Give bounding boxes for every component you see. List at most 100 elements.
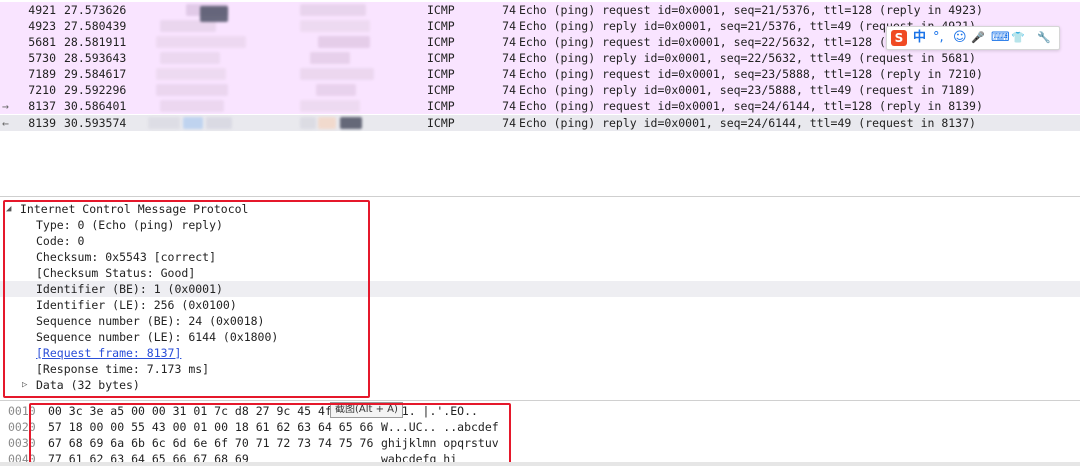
field-type: Type: 0 (Echo (ping) reply) <box>36 218 223 232</box>
redaction-block <box>200 6 228 22</box>
packet-protocol: ICMP <box>427 3 455 17</box>
punctuation-toggle[interactable]: °, <box>933 30 944 46</box>
packet-number: 7210 <box>28 83 56 97</box>
sogou-logo-icon[interactable]: S <box>891 30 907 46</box>
detail-field[interactable]: Checksum: 0x5543 [correct] <box>0 249 1080 265</box>
packet-info: Echo (ping) reply id=0x0001, seq=24/6144… <box>519 116 976 130</box>
hex-offset: 0010 <box>8 404 36 418</box>
icmp-header: Internet Control Message Protocol <box>20 202 249 216</box>
icmp-tree-node[interactable]: ◢ Internet Control Message Protocol <box>0 201 1080 217</box>
field-code: Code: 0 <box>36 234 85 248</box>
packet-protocol: ICMP <box>427 67 455 81</box>
field-identifier-le: Identifier (LE): 256 (0x0100) <box>36 298 237 312</box>
redacted-source <box>148 117 180 129</box>
packet-length: 74 <box>502 67 516 81</box>
emoji-icon[interactable]: ☺ <box>953 30 967 46</box>
hex-bytes: 00 3c 3e a5 00 00 31 01 7c d8 27 9c 45 4… <box>48 404 332 418</box>
packet-time: 27.573626 <box>64 3 127 17</box>
detail-field[interactable]: Type: 0 (Echo (ping) reply) <box>0 217 1080 233</box>
redacted-source <box>206 117 232 129</box>
redacted-destination <box>300 100 360 112</box>
packet-length: 74 <box>502 35 516 49</box>
packet-number: 8139 <box>28 116 56 130</box>
detail-field[interactable]: [Checksum Status: Good] <box>0 265 1080 281</box>
packet-details-pane: ◢ Internet Control Message Protocol Type… <box>0 200 1080 400</box>
collapsed-triangle-icon[interactable]: ▷ <box>22 377 27 393</box>
redacted-destination <box>300 117 316 129</box>
packet-row[interactable]: 7189 29.584617 ICMP 74 Echo (ping) reque… <box>0 66 1080 82</box>
packet-number: 5730 <box>28 51 56 65</box>
hex-bytes: 67 68 69 6a 6b 6c 6d 6e 6f 70 71 72 73 7… <box>48 436 374 450</box>
packet-row[interactable]: 4921 27.573626 ICMP 74 Echo (ping) reque… <box>0 2 1080 18</box>
packet-length: 74 <box>502 3 516 17</box>
packet-time: 30.586401 <box>64 99 127 113</box>
packet-number: 7189 <box>28 67 56 81</box>
redacted-destination <box>300 68 374 80</box>
horizontal-scrollbar[interactable] <box>0 462 1080 466</box>
field-identifier-be: Identifier (BE): 1 (0x0001) <box>36 282 223 296</box>
detail-field[interactable]: [Request frame: 8137] <box>0 345 1080 361</box>
detail-field[interactable]: Code: 0 <box>0 233 1080 249</box>
detail-field[interactable]: Sequence number (BE): 24 (0x0018) <box>0 313 1080 329</box>
packet-info: Echo (ping) request id=0x0001, seq=23/58… <box>519 67 983 81</box>
skin-icon[interactable]: 👕 <box>1011 30 1025 46</box>
packet-info: Echo (ping) request id=0x0001, seq=24/61… <box>519 99 983 113</box>
packet-length: 74 <box>502 83 516 97</box>
hex-offset: 0030 <box>8 436 36 450</box>
packet-time: 28.593643 <box>64 51 127 65</box>
redacted-source <box>160 100 224 112</box>
field-checksum-status: [Checksum Status: Good] <box>36 266 196 280</box>
redacted-destination <box>340 117 362 129</box>
packet-row[interactable]: 5730 28.593643 ICMP 74 Echo (ping) reply… <box>0 50 1080 66</box>
redacted-destination <box>318 117 336 129</box>
tools-icon[interactable]: 🔧 <box>1037 30 1051 46</box>
ime-toolbar: S 中 °, ☺ 🎤 ⌨ 👕 🔧 <box>886 26 1060 50</box>
packet-protocol: ICMP <box>427 19 455 33</box>
packet-row[interactable]: → 8137 30.586401 ICMP 74 Echo (ping) req… <box>0 98 1080 114</box>
packet-info: Echo (ping) reply id=0x0001, seq=23/5888… <box>519 83 976 97</box>
packet-protocol: ICMP <box>427 35 455 49</box>
packet-info: Echo (ping) reply id=0x0001, seq=22/5632… <box>519 51 976 65</box>
detail-field[interactable]: [Response time: 7.173 ms] <box>0 361 1080 377</box>
related-packet-marker: ← <box>2 116 9 130</box>
hex-ascii: W...UC.. ..abcdef <box>381 420 499 434</box>
packet-time: 29.592296 <box>64 83 127 97</box>
hex-bytes: 57 18 00 00 55 43 00 01 00 18 61 62 63 6… <box>48 420 374 434</box>
packet-protocol: ICMP <box>427 83 455 97</box>
microphone-icon[interactable]: 🎤 <box>971 30 985 46</box>
packet-length: 74 <box>502 99 516 113</box>
packet-row[interactable]: 7210 29.592296 ICMP 74 Echo (ping) reply… <box>0 82 1080 98</box>
packet-number: 4921 <box>28 3 56 17</box>
redacted-destination <box>300 20 370 32</box>
redacted-destination <box>316 84 356 96</box>
packet-length: 74 <box>502 19 516 33</box>
expanded-triangle-icon[interactable]: ◢ <box>6 201 11 217</box>
related-packet-marker: → <box>2 99 9 113</box>
packet-bytes-pane: 0010 00 3c 3e a5 00 00 31 01 7c d8 27 9c… <box>0 400 1080 467</box>
packet-row-selected[interactable]: ← 8139 30.593574 ICMP 74 Echo (ping) rep… <box>0 115 1080 131</box>
packet-info: Echo (ping) request id=0x0001, seq=21/53… <box>519 3 983 17</box>
packet-length: 74 <box>502 116 516 130</box>
detail-field[interactable]: Identifier (LE): 256 (0x0100) <box>0 297 1080 313</box>
packet-protocol: ICMP <box>427 116 455 130</box>
packet-protocol: ICMP <box>427 99 455 113</box>
input-mode-toggle[interactable]: 中 <box>913 30 926 46</box>
packet-length: 74 <box>502 51 516 65</box>
field-checksum: Checksum: 0x5543 [correct] <box>36 250 217 264</box>
packet-time: 30.593574 <box>64 116 127 130</box>
redacted-destination <box>310 52 350 64</box>
redacted-source <box>156 68 226 80</box>
redacted-destination <box>300 4 366 16</box>
redacted-source <box>160 52 220 64</box>
screenshot-tooltip: 截图(Alt + A) <box>330 402 403 418</box>
request-frame-link[interactable]: [Request frame: 8137] <box>36 345 181 361</box>
detail-field-selected[interactable]: Identifier (BE): 1 (0x0001) <box>0 281 1080 297</box>
packet-time: 28.581911 <box>64 35 127 49</box>
redacted-source <box>156 84 228 96</box>
detail-field[interactable]: Sequence number (LE): 6144 (0x1800) <box>0 329 1080 345</box>
data-tree-node[interactable]: ▷ Data (32 bytes) <box>0 377 1080 393</box>
redacted-source <box>156 36 246 48</box>
hex-ascii: ghijklmn opqrstuv <box>381 436 499 450</box>
packet-protocol: ICMP <box>427 51 455 65</box>
keyboard-icon[interactable]: ⌨ <box>991 30 1010 46</box>
